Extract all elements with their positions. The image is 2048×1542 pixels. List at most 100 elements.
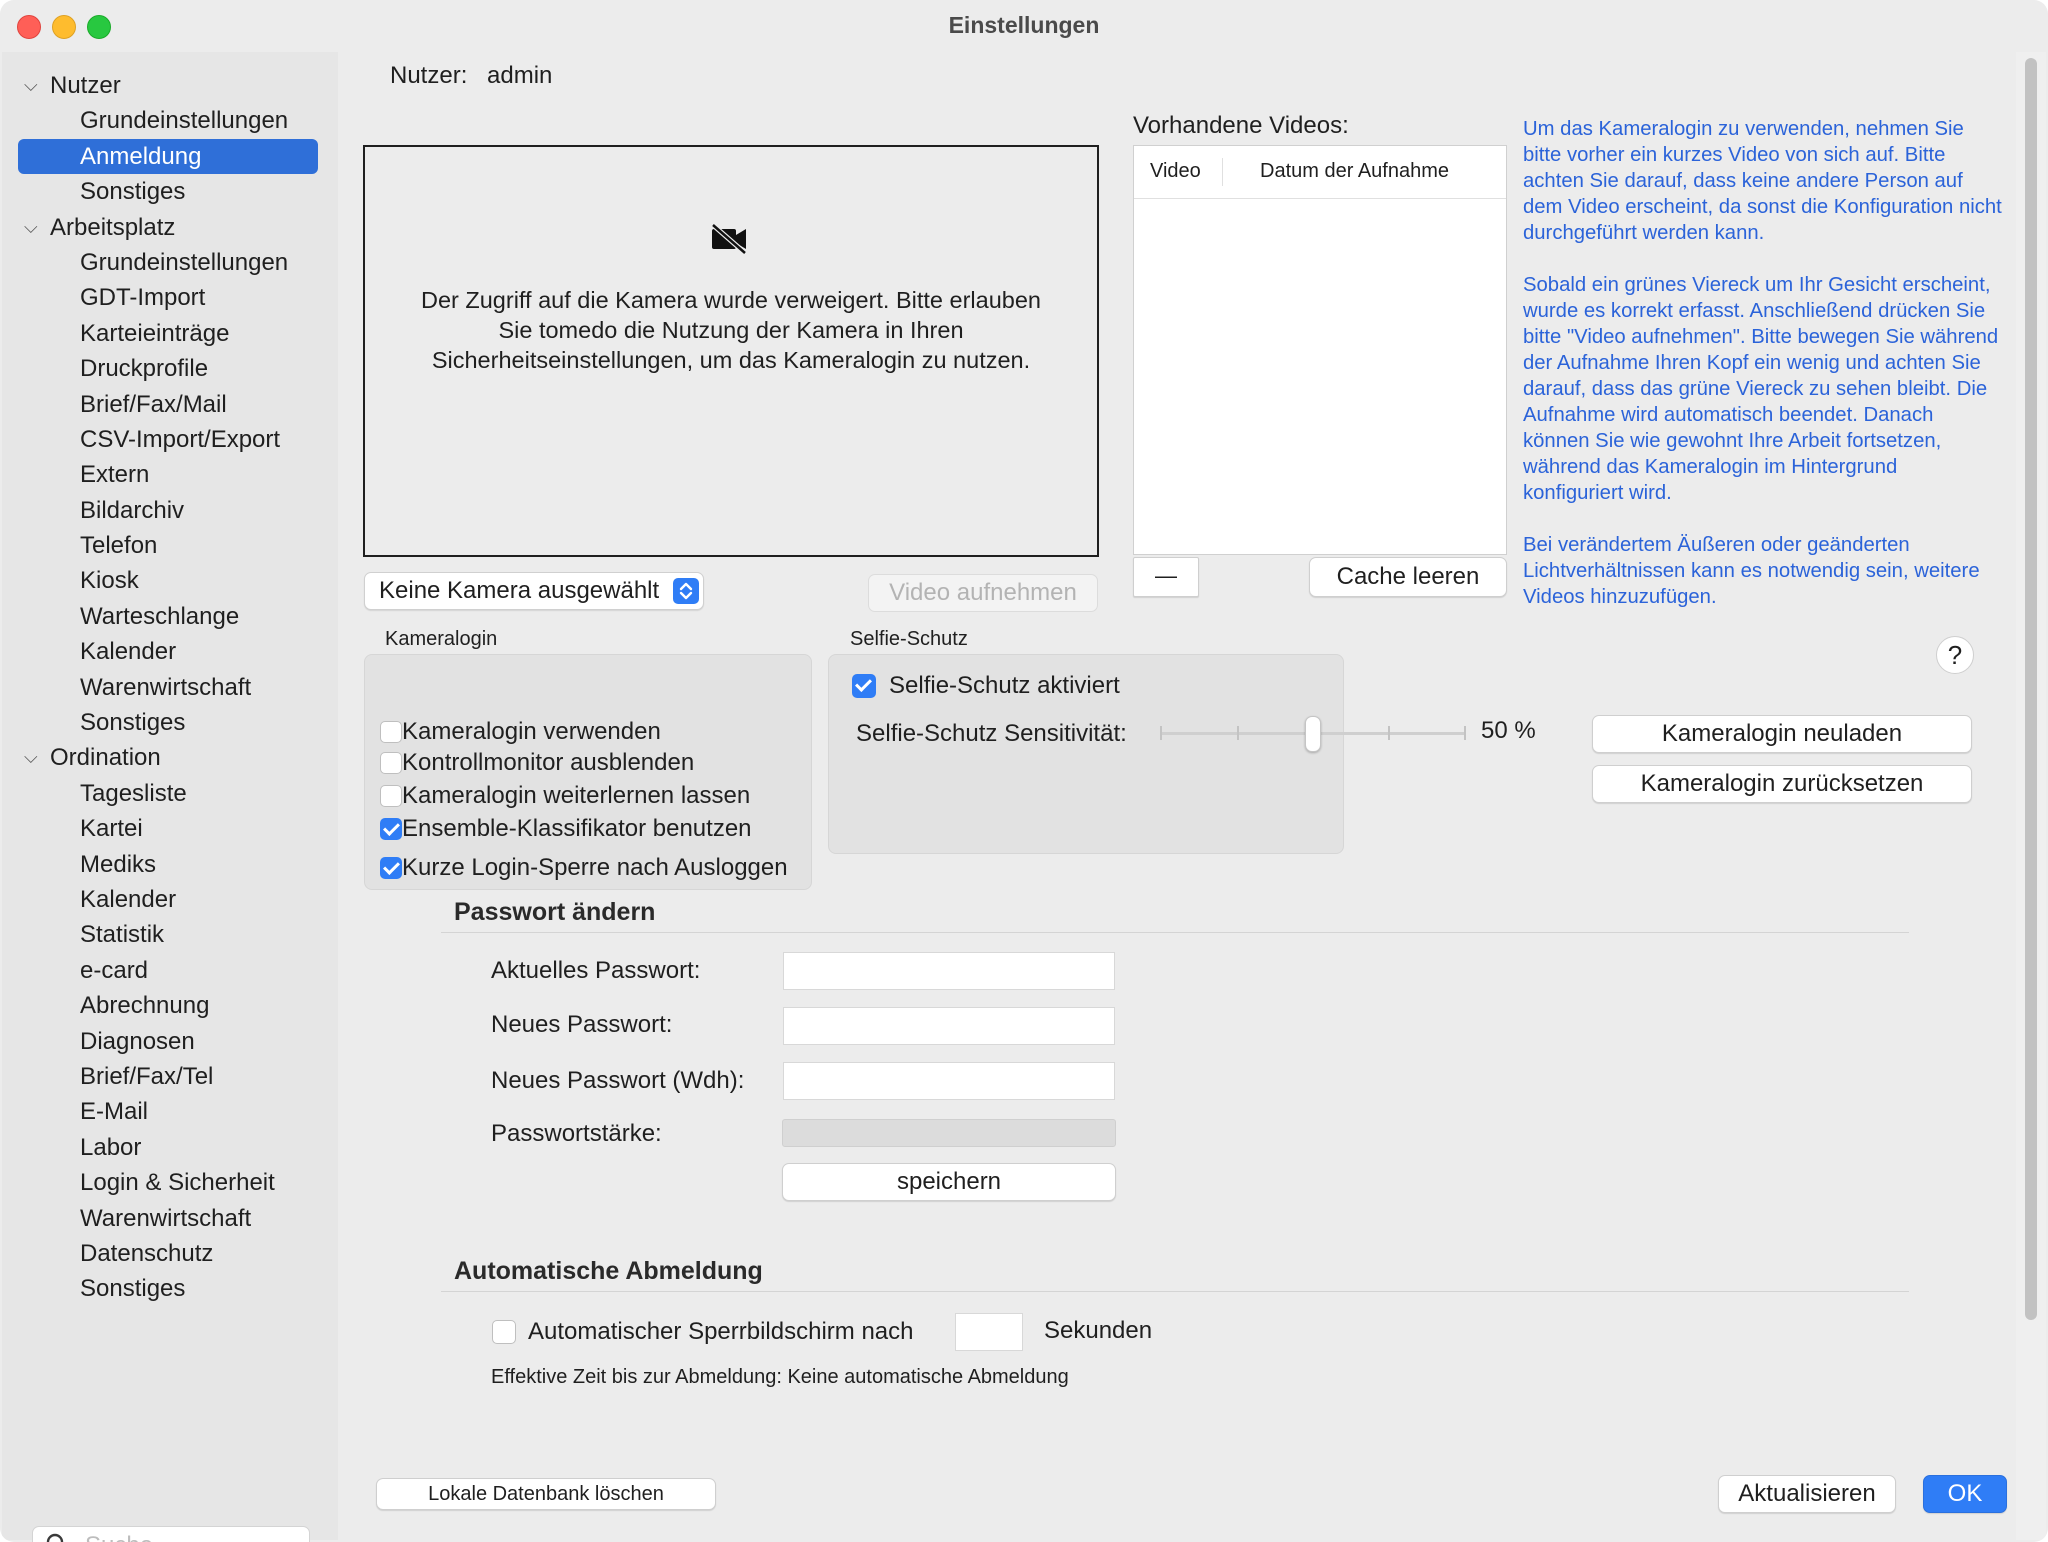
sidebar-item-label: Grundeinstellungen [80, 248, 289, 276]
videos-table-header: Video Datum der Aufnahme [1134, 146, 1506, 199]
column-divider [1222, 158, 1223, 186]
info-paragraph: Um das Kameralogin zu verwenden, nehmen … [1523, 118, 2002, 244]
sidebar-item[interactable]: Kalender [2, 634, 338, 669]
sidebar-item[interactable]: Sonstiges [2, 174, 338, 209]
sidebar-item[interactable]: Sonstiges [2, 1271, 338, 1306]
search-field[interactable] [32, 1526, 310, 1542]
slider-knob[interactable] [1305, 716, 1321, 752]
sidebar-item[interactable]: Datenschutz [2, 1236, 338, 1271]
settings-window: Einstellungen ⌵ Nutzer Grundeinstellungen A… [0, 0, 2048, 1542]
info-paragraph: Bei verändertem Äußeren oder geänderten … [1523, 534, 1980, 608]
kameralogin-option-label: Ensemble-Klassifikator benutzen [402, 815, 752, 842]
sidebar-item[interactable]: Tagesliste [2, 776, 338, 811]
sidebar-item[interactable]: Brief/Fax/Tel [2, 1059, 338, 1094]
sidebar-item-label: Nutzer [50, 72, 121, 99]
sidebar-item-label: Bildarchiv [80, 496, 185, 524]
kameralogin-option-checkbox[interactable] [380, 785, 402, 807]
sidebar-item-label: Statistik [80, 921, 165, 949]
sidebar-item-label: Login & Sicherheit [80, 1169, 275, 1197]
sidebar-group[interactable]: ⌵ Arbeitsplatz [2, 210, 338, 245]
sidebar-group[interactable]: ⌵ Ordination [2, 740, 338, 775]
videos-table[interactable]: Video Datum der Aufnahme [1133, 145, 1507, 555]
kameralogin-option-checkbox[interactable] [380, 752, 402, 774]
kameralogin-option-label: Kontrollmonitor ausblenden [402, 749, 695, 776]
delete-local-db-button[interactable]: Lokale Datenbank löschen [376, 1478, 716, 1510]
chevron-down-icon[interactable]: ⌵ [24, 68, 38, 103]
sidebar-item[interactable]: Login & Sicherheit [2, 1165, 338, 1200]
sidebar-item[interactable]: CSV-Import/Export [2, 422, 338, 457]
record-video-button[interactable]: Video aufnehmen [868, 574, 1098, 612]
sidebar-item[interactable]: Warenwirtschaft [2, 670, 338, 705]
sidebar-item-label: Ordination [50, 744, 161, 772]
kameralogin-option-checkbox[interactable] [380, 721, 402, 743]
clear-cache-button[interactable]: Cache leeren [1309, 557, 1507, 597]
remove-video-button[interactable]: — [1133, 557, 1199, 597]
sidebar-item[interactable]: Brief/Fax/Mail [2, 387, 338, 422]
sidebar-item[interactable]: Warenwirtschaft [2, 1201, 338, 1236]
reset-kameralogin-button[interactable]: Kameralogin zurücksetzen [1592, 765, 1972, 803]
ok-button[interactable]: OK [1923, 1475, 2007, 1513]
sidebar-item-label: Tagesliste [80, 779, 187, 807]
sidebar-item[interactable]: Diagnosen [2, 1024, 338, 1059]
chevron-down-icon[interactable]: ⌵ [24, 740, 38, 775]
sidebar-item[interactable]: Mediks [2, 847, 338, 882]
sidebar-item[interactable]: Sonstiges [2, 705, 338, 740]
column-video[interactable]: Video [1150, 160, 1201, 183]
sidebar-item[interactable]: Anmeldung [18, 138, 318, 175]
kameralogin-option-label: Kurze Login-Sperre nach Ausloggen [402, 854, 788, 881]
sidebar-item[interactable]: Kartei [2, 811, 338, 846]
sidebar-item[interactable]: Warteschlange [2, 599, 338, 634]
autologout-checkbox-label: Automatischer Sperrbildschirm nach [528, 1318, 914, 1345]
sidebar-item-label: Karteieinträge [80, 319, 230, 347]
vertical-scrollbar[interactable] [2016, 52, 2046, 1540]
info-text: Um das Kameralogin zu verwenden, nehmen … [1523, 116, 2003, 636]
scrollbar-thumb[interactable] [2025, 58, 2037, 1320]
sidebar-item[interactable]: Kiosk [2, 563, 338, 598]
sidebar-item-label: Warteschlange [80, 602, 240, 630]
current-password-field[interactable] [783, 952, 1115, 990]
sidebar-item-label: Datenschutz [80, 1239, 214, 1267]
sidebar-item[interactable]: Extern [2, 457, 338, 492]
sidebar-item-label: Sonstiges [80, 1275, 186, 1303]
sidebar-item[interactable]: Bildarchiv [2, 493, 338, 528]
selfie-enabled-checkbox[interactable] [852, 674, 876, 698]
camera-denied-message: Der Zugriff auf die Kamera wurde verweig… [420, 287, 1041, 373]
current-password-label: Aktuelles Passwort: [491, 957, 701, 984]
sidebar-item[interactable]: e-card [2, 953, 338, 988]
search-input[interactable] [83, 1531, 297, 1542]
column-date[interactable]: Datum der Aufnahme [1260, 160, 1449, 183]
sidebar-item-label: Diagnosen [80, 1027, 195, 1055]
save-password-button[interactable]: speichern [782, 1163, 1116, 1201]
sidebar-item[interactable]: Grundeinstellungen [2, 103, 338, 138]
sidebar-item[interactable]: E-Mail [2, 1094, 338, 1129]
autologout-checkbox[interactable] [492, 1320, 516, 1344]
sidebar-item-label: Grundeinstellungen [80, 107, 289, 135]
sidebar-item-label: Warenwirtschaft [80, 673, 252, 701]
sidebar-item[interactable]: Telefon [2, 528, 338, 563]
sidebar-item-label: GDT-Import [80, 284, 206, 312]
sidebar-item[interactable]: Labor [2, 1130, 338, 1165]
refresh-button[interactable]: Aktualisieren [1718, 1475, 1896, 1513]
kameralogin-option-checkbox[interactable] [380, 857, 402, 879]
chevron-down-icon[interactable]: ⌵ [24, 210, 38, 245]
new-password-field[interactable] [783, 1007, 1115, 1045]
repeat-password-field[interactable] [783, 1062, 1115, 1100]
settings-tree: ⌵ Nutzer Grundeinstellungen Anmeldung Sonsti… [2, 68, 338, 1307]
sidebar-item[interactable]: Grundeinstellungen [2, 245, 338, 280]
sidebar-item[interactable]: Druckprofile [2, 351, 338, 386]
sidebar-item[interactable]: Kalender [2, 882, 338, 917]
sidebar-item[interactable]: Statistik [2, 917, 338, 952]
reload-kameralogin-button[interactable]: Kameralogin neuladen [1592, 715, 1972, 753]
help-button[interactable]: ? [1936, 636, 1974, 674]
sidebar-item[interactable]: Karteieinträge [2, 316, 338, 351]
kameralogin-option-checkbox[interactable] [380, 818, 402, 840]
sidebar-item-label: e-card [80, 956, 149, 984]
sidebar-item[interactable]: Abrechnung [2, 988, 338, 1023]
sidebar-group[interactable]: ⌵ Nutzer [2, 68, 338, 103]
sidebar-item-label: E-Mail [80, 1098, 149, 1126]
sidebar-item-label: Brief/Fax/Tel [80, 1062, 214, 1090]
sidebar-item[interactable]: GDT-Import [2, 280, 338, 315]
camera-select[interactable]: Keine Kamera ausgewählt [364, 572, 704, 610]
autologout-seconds-field[interactable] [955, 1313, 1023, 1351]
sidebar-item-label: Telefon [80, 532, 158, 560]
